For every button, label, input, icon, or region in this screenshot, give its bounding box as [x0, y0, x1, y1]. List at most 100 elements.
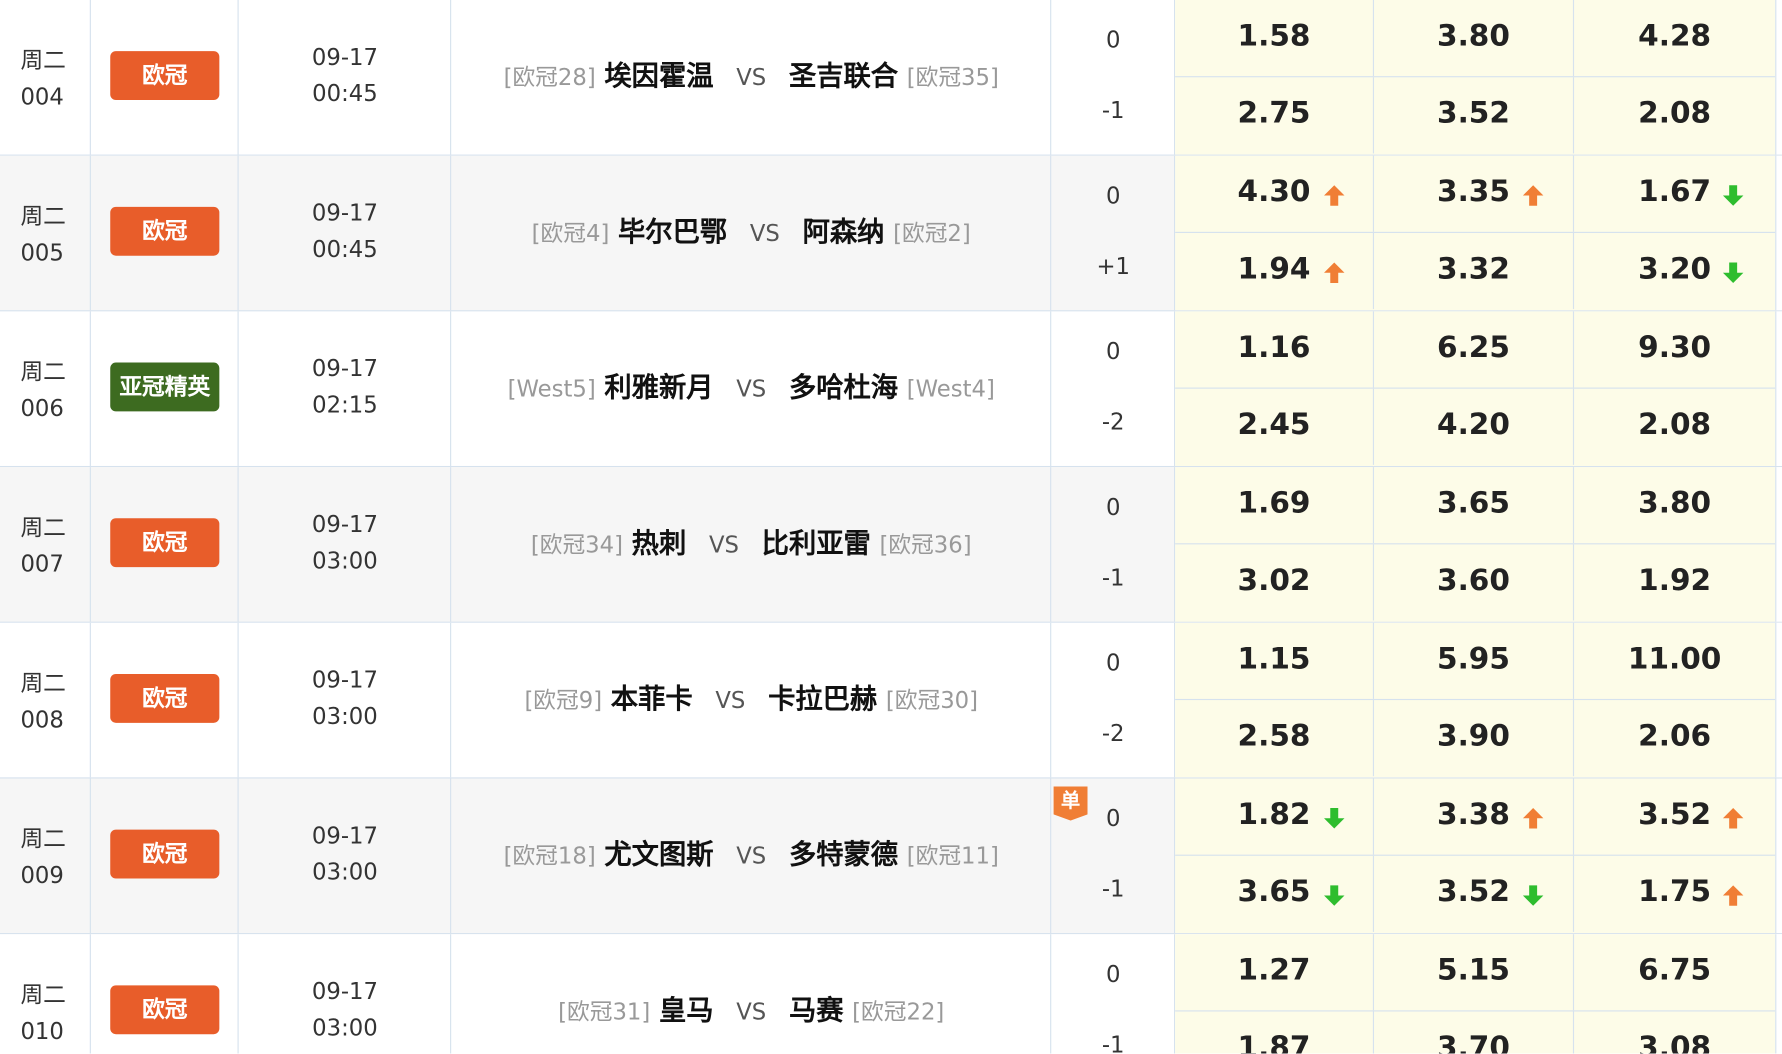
- odds-lose[interactable]: 1.92: [1574, 544, 1775, 620]
- away-team[interactable]: 卡拉巴赫: [768, 683, 877, 715]
- odds-draw[interactable]: 3.70: [1374, 1011, 1575, 1054]
- odds-value: 1.15: [1237, 642, 1311, 677]
- table-edge: [1775, 467, 1782, 622]
- odds-lose[interactable]: 6.75: [1574, 934, 1775, 1010]
- match-teams-cell[interactable]: [欧冠34] 热刺 VS 比利亚雷 [欧冠36]: [451, 467, 1052, 622]
- odds-win[interactable]: 1.15: [1175, 622, 1375, 699]
- odds-draw[interactable]: 5.95: [1374, 622, 1575, 699]
- league-badge[interactable]: 欧冠: [110, 829, 220, 879]
- league-badge[interactable]: 亚冠精英: [110, 362, 220, 412]
- match-teams-cell[interactable]: [West5] 利雅新月 VS 多哈杜海 [West4]: [451, 311, 1052, 466]
- odds-lose[interactable]: 1.75: [1574, 856, 1775, 932]
- odds-win[interactable]: 3.65: [1175, 855, 1375, 932]
- home-team[interactable]: 毕尔巴鄂: [618, 216, 727, 248]
- odds-draw[interactable]: 3.32: [1374, 232, 1575, 310]
- odds-draw[interactable]: 4.20: [1374, 388, 1575, 465]
- match-row[interactable]: 周二 009 欧冠 09-17 03:00 [欧冠18] 尤文图斯 VS 多特蒙德 [欧冠11…: [0, 778, 1782, 935]
- match-teams-cell[interactable]: [欧冠9] 本菲卡 VS 卡拉巴赫 [欧冠30]: [451, 622, 1052, 778]
- odds-lose[interactable]: 2.08: [1574, 389, 1775, 465]
- odds-draw[interactable]: 3.90: [1374, 700, 1575, 777]
- league-badge[interactable]: 欧冠: [110, 51, 220, 101]
- odds-lose[interactable]: 9.30: [1574, 311, 1775, 387]
- odds-win[interactable]: 1.16: [1175, 311, 1375, 388]
- league-badge[interactable]: 欧冠: [110, 206, 220, 256]
- odds-win[interactable]: 1.58: [1175, 0, 1375, 77]
- match-row[interactable]: 周二 007 欧冠 09-17 03:00 [欧冠34] 热刺 VS 比利亚雷 [欧冠36] 0…: [0, 467, 1782, 623]
- odds-value: 3.80: [1437, 19, 1510, 54]
- odds-win[interactable]: 2.75: [1175, 77, 1375, 154]
- odds-win[interactable]: 2.45: [1175, 388, 1375, 465]
- odds-lose[interactable]: 2.08: [1574, 77, 1775, 153]
- away-team[interactable]: 多特蒙德: [789, 839, 898, 871]
- home-team[interactable]: 埃因霍温: [604, 60, 713, 92]
- odds-draw[interactable]: 3.38: [1374, 778, 1575, 855]
- match-day-text: 周二 009: [20, 821, 65, 894]
- kickoff-time-cell: 09-17 00:45: [239, 155, 452, 311]
- match-row[interactable]: 周二 008 欧冠 09-17 03:00 [欧冠9] 本菲卡 VS 卡拉巴赫 [欧冠30] 0…: [0, 622, 1782, 779]
- arrow-up-icon: [1323, 261, 1346, 284]
- league-badge[interactable]: 欧冠: [110, 985, 220, 1035]
- league-cell: 欧冠: [91, 778, 239, 934]
- away-rank: [欧冠11]: [906, 842, 999, 870]
- odds-win[interactable]: 1.82: [1175, 778, 1375, 855]
- odds-normal-row: 1.15 5.95 11.00: [1175, 622, 1776, 701]
- odds-lose[interactable]: 3.20: [1574, 233, 1775, 309]
- vs-label: VS: [736, 63, 767, 91]
- match-row[interactable]: 周二 004 欧冠 09-17 00:45 [欧冠28] 埃因霍温 VS 圣吉联合 [欧冠35…: [0, 0, 1782, 156]
- odds-win[interactable]: 1.27: [1175, 934, 1375, 1011]
- odds-lose[interactable]: 4.28: [1574, 0, 1775, 76]
- odds-win[interactable]: 3.02: [1175, 544, 1375, 621]
- odds-draw[interactable]: 3.80: [1374, 0, 1575, 77]
- odds-draw[interactable]: 3.60: [1374, 544, 1575, 621]
- odds-normal-row: 1.82 3.38 3.52: [1175, 778, 1776, 856]
- kickoff-time: 09-17 03:00: [239, 506, 452, 579]
- away-rank: [West4]: [906, 375, 995, 403]
- home-team[interactable]: 热刺: [632, 527, 687, 559]
- home-team[interactable]: 尤文图斯: [604, 839, 713, 871]
- odds-win[interactable]: 4.30: [1175, 155, 1375, 232]
- odds-draw[interactable]: 6.25: [1374, 311, 1575, 388]
- odds-draw[interactable]: 3.35: [1374, 155, 1575, 232]
- odds-win[interactable]: 1.87: [1175, 1011, 1375, 1054]
- away-team[interactable]: 比利亚雷: [762, 527, 871, 559]
- match-number: 008: [20, 705, 64, 734]
- weekday-label: 周二: [20, 513, 66, 541]
- match-row[interactable]: 周二 006 亚冠精英 09-17 02:15 [West5] 利雅新月 VS 多哈杜海 [W…: [0, 311, 1782, 468]
- odds-lose[interactable]: 3.08: [1574, 1011, 1775, 1054]
- match-teams: [欧冠31] 皇马 VS 马赛 [欧冠22]: [451, 991, 1051, 1030]
- home-team[interactable]: 本菲卡: [611, 683, 693, 715]
- odds-value: 5.95: [1437, 642, 1510, 677]
- match-teams-cell[interactable]: [欧冠28] 埃因霍温 VS 圣吉联合 [欧冠35]: [451, 0, 1052, 155]
- odds-lose[interactable]: 2.06: [1574, 700, 1775, 776]
- odds-draw[interactable]: 3.52: [1374, 77, 1575, 154]
- handicap-none: 0: [1105, 493, 1121, 521]
- match-row[interactable]: 周二 010 欧冠 09-17 03:00 [欧冠31] 皇马 VS 马赛 [欧冠22] 0 -1…: [0, 934, 1782, 1054]
- weekday-label: 周二: [20, 202, 66, 230]
- odds-lose[interactable]: 3.80: [1574, 467, 1775, 543]
- odds-lose[interactable]: 11.00: [1574, 623, 1775, 699]
- odds-win[interactable]: 1.94: [1175, 232, 1375, 310]
- away-team[interactable]: 多哈杜海: [789, 372, 898, 404]
- league-badge[interactable]: 欧冠: [110, 673, 220, 723]
- away-team[interactable]: 圣吉联合: [789, 60, 898, 92]
- match-teams-cell[interactable]: [欧冠4] 毕尔巴鄂 VS 阿森纳 [欧冠2]: [451, 155, 1052, 311]
- odds-win[interactable]: 1.69: [1175, 467, 1375, 544]
- match-row[interactable]: 周二 005 欧冠 09-17 00:45 [欧冠4] 毕尔巴鄂 VS 阿森纳 [欧冠2] 0 +…: [0, 155, 1782, 312]
- odds-draw[interactable]: 3.65: [1374, 467, 1575, 544]
- odds-win[interactable]: 2.58: [1175, 700, 1375, 777]
- kickoff-time-cell: 09-17 03:00: [239, 778, 452, 934]
- odds-draw[interactable]: 5.15: [1374, 934, 1575, 1011]
- odds-draw[interactable]: 3.52: [1374, 855, 1575, 932]
- match-teams-cell[interactable]: [欧冠18] 尤文图斯 VS 多特蒙德 [欧冠11]: [451, 778, 1052, 934]
- away-team[interactable]: 阿森纳: [803, 216, 885, 248]
- odds-lose[interactable]: 1.67: [1574, 156, 1775, 232]
- league-badge[interactable]: 欧冠: [110, 518, 220, 568]
- odds-lose[interactable]: 3.52: [1574, 779, 1775, 855]
- away-team[interactable]: 马赛: [789, 994, 844, 1026]
- match-date: 09-17: [311, 821, 378, 849]
- match-teams-cell[interactable]: [欧冠31] 皇马 VS 马赛 [欧冠22]: [451, 934, 1052, 1054]
- league-cell: 欧冠: [91, 622, 239, 778]
- weekday-label: 周二: [20, 357, 66, 386]
- home-team[interactable]: 皇马: [659, 994, 714, 1026]
- home-team[interactable]: 利雅新月: [604, 372, 713, 404]
